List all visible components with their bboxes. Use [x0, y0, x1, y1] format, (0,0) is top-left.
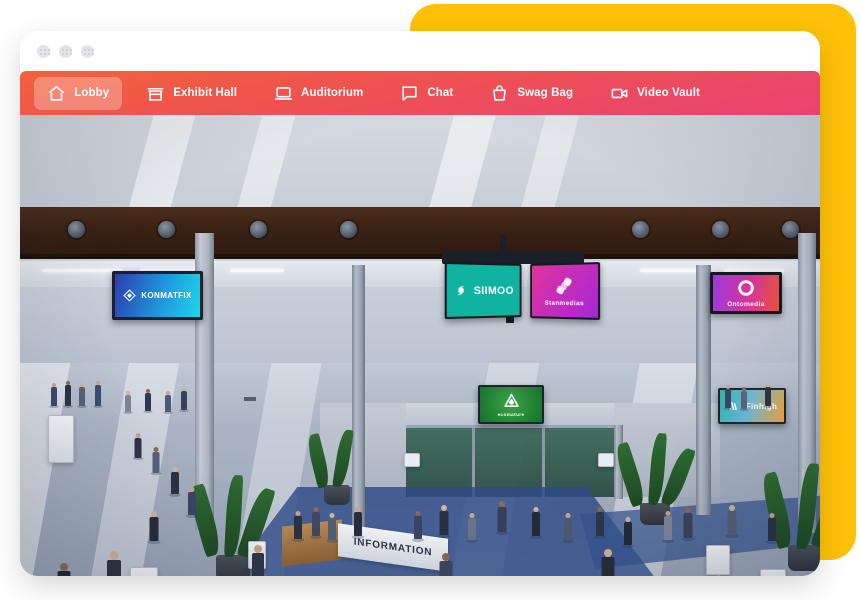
- screen-siimoo[interactable]: SIIMOO: [444, 261, 522, 320]
- leaf-icon: [503, 393, 519, 407]
- screen-konmatfix[interactable]: KONMATFIX: [112, 271, 203, 320]
- standee-sign-left[interactable]: [130, 567, 158, 576]
- diamond-icon: [123, 289, 136, 302]
- standee-sign-right[interactable]: [706, 545, 730, 575]
- browser-window: Lobby Exhibit Hall Auditorium Chat Swag …: [20, 31, 820, 576]
- column-mid-left: [352, 265, 365, 533]
- screenshot-stage: Lobby Exhibit Hall Auditorium Chat Swag …: [0, 0, 860, 600]
- nav-label-chat: Chat: [427, 87, 454, 99]
- glass-meeting-room: [406, 425, 614, 497]
- ribbon-icon: [555, 276, 573, 296]
- screen-label-finhigh: Finhigh: [745, 401, 778, 411]
- window-dot-2[interactable]: [59, 44, 72, 58]
- nav-item-exhibit-hall[interactable]: Exhibit Hall: [133, 77, 250, 110]
- nav-label-swag-bag: Swag Bag: [517, 87, 574, 99]
- window-dot-1[interactable]: [37, 44, 50, 58]
- screen-stanmedias[interactable]: Stanmedias: [530, 262, 601, 320]
- screen-label-ecomature: ecomature: [497, 412, 525, 417]
- wall-sign-b: [598, 453, 614, 467]
- main-navigation: Lobby Exhibit Hall Auditorium Chat Swag …: [20, 71, 820, 115]
- standee-sign-far-right[interactable]: [760, 569, 786, 576]
- laptop-icon: [274, 84, 293, 103]
- screen-ontomedia[interactable]: Ontomedia: [710, 272, 782, 314]
- nav-item-auditorium[interactable]: Auditorium: [261, 77, 376, 110]
- nav-label-exhibit-hall: Exhibit Hall: [173, 87, 238, 99]
- swoosh-icon: [457, 286, 465, 296]
- screen-label-ontomedia: Ontomedia: [727, 301, 765, 308]
- standee-leg: [717, 575, 720, 576]
- column-mid-right: [696, 265, 711, 515]
- nav-label-video-vault: Video Vault: [637, 87, 700, 99]
- plant-pot-mid: [324, 485, 350, 505]
- nav-item-swag-bag[interactable]: Swag Bag: [477, 77, 586, 110]
- screen-ecomature[interactable]: ecomature: [478, 385, 544, 424]
- nav-label-auditorium: Auditorium: [301, 87, 364, 99]
- screen-label-siimoo: SIIMOO: [473, 284, 514, 297]
- chat-icon: [400, 84, 419, 103]
- lobby-scene[interactable]: KONMATFIX SIIMOO Stanmedias Ontomedia ec…: [20, 115, 820, 576]
- ring-icon: [738, 280, 754, 296]
- nav-item-lobby[interactable]: Lobby: [34, 76, 123, 110]
- window-dot-3[interactable]: [81, 44, 94, 58]
- nav-label-lobby: Lobby: [74, 87, 110, 99]
- store-icon: [146, 84, 165, 103]
- screen-label-stanmedias: Stanmedias: [544, 299, 585, 308]
- ceiling-spotlights: [20, 221, 820, 243]
- shopping-bag-icon: [490, 84, 509, 103]
- window-titlebar: [20, 31, 820, 71]
- plant-pot-left: [216, 555, 250, 576]
- wall-poster-left[interactable]: [48, 415, 74, 463]
- home-icon: [47, 84, 66, 103]
- video-camera-icon: [610, 84, 629, 103]
- zipott-banner-arm: [244, 397, 256, 401]
- screen-label-konmatfix: KONMATFIX: [141, 291, 192, 300]
- nav-item-video-vault[interactable]: Video Vault: [597, 77, 713, 110]
- wall-sign-a: [404, 453, 420, 467]
- nav-item-chat[interactable]: Chat: [387, 77, 466, 110]
